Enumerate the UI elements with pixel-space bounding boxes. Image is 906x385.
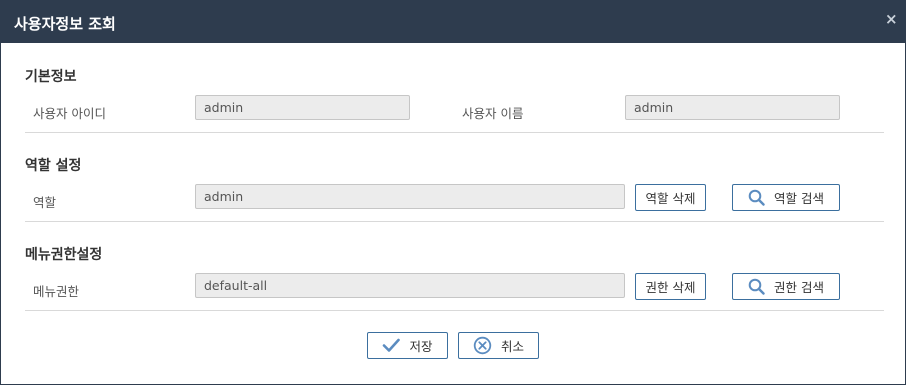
section-divider [25, 132, 884, 133]
user-info-dialog: 사용자정보 조회 × 기본정보 사용자 아이디 admin 사용자 이름 adm… [0, 0, 906, 385]
role-field[interactable]: admin [195, 184, 625, 209]
save-button[interactable]: 저장 [367, 332, 448, 359]
role-search-button[interactable]: 역할 검색 [732, 184, 840, 211]
user-id-label: 사용자 아이디 [33, 106, 106, 121]
dialog-title: 사용자정보 조회 [14, 15, 116, 33]
permission-delete-label: 권한 삭제 [645, 280, 696, 295]
permission-search-button[interactable]: 권한 검색 [732, 273, 840, 300]
section-divider [25, 221, 884, 222]
dialog-titlebar: 사용자정보 조회 × [1, 1, 905, 43]
permission-search-label: 권한 검색 [774, 280, 824, 295]
cancel-button[interactable]: 취소 [458, 332, 539, 359]
section-divider [25, 310, 884, 311]
role-setting-heading: 역할 설정 [25, 158, 82, 174]
role-label: 역할 [33, 195, 57, 210]
search-icon [748, 189, 765, 206]
close-icon[interactable]: × [885, 10, 898, 28]
save-label: 저장 [409, 339, 433, 354]
basic-info-heading: 기본정보 [25, 69, 77, 85]
role-search-label: 역할 검색 [774, 191, 824, 206]
role-delete-button[interactable]: 역할 삭제 [635, 184, 706, 211]
check-icon [382, 338, 401, 353]
menu-permission-heading: 메뉴권한설정 [25, 247, 103, 263]
user-name-field[interactable]: admin [625, 95, 840, 120]
permission-delete-button[interactable]: 권한 삭제 [635, 273, 706, 300]
cancel-label: 취소 [500, 339, 524, 354]
user-id-field[interactable]: admin [195, 95, 410, 120]
menu-permission-label: 메뉴권한 [33, 284, 80, 299]
circle-x-icon [473, 336, 492, 355]
menu-permission-field[interactable]: default-all [195, 273, 625, 298]
user-name-label: 사용자 이름 [462, 106, 524, 121]
role-delete-label: 역할 삭제 [645, 191, 696, 206]
search-icon [748, 278, 765, 295]
